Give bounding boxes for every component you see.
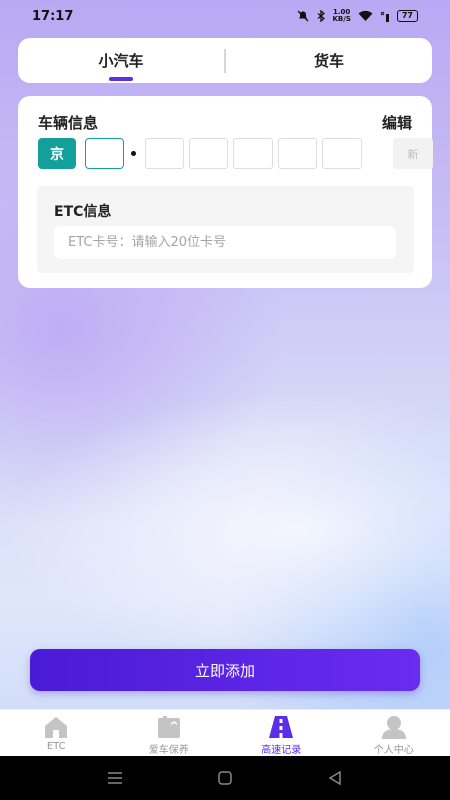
vehicle-type-tabs: 小汽车 货车	[18, 38, 432, 83]
nav-label-highway-records: 高速记录	[261, 745, 302, 756]
back-icon[interactable]	[315, 763, 355, 793]
plate-char-3[interactable]	[189, 138, 228, 169]
nav-item-car-care[interactable]: 爱车保养	[113, 710, 226, 756]
nav-item-profile[interactable]: 个人中心	[338, 710, 450, 756]
edit-button[interactable]: 编辑	[382, 112, 412, 133]
menu-icon[interactable]	[95, 763, 135, 793]
bottom-nav: ETC 爱车保养 高速记录 个人中心	[0, 709, 450, 756]
plate-new-energy-slot[interactable]: 新	[393, 138, 433, 169]
battery-indicator: 77	[396, 10, 418, 22]
plate-char-1[interactable]	[85, 138, 124, 169]
net-speed: 1.00 KB/S	[333, 9, 351, 23]
nav-label-car-care: 爱车保养	[148, 745, 189, 756]
vehicle-info-card: 车辆信息 编辑 京 新 ETC信息	[18, 96, 433, 288]
bluetooth-icon	[316, 10, 326, 22]
nav-item-etc[interactable]: ETC	[0, 710, 113, 756]
home-icon	[42, 714, 70, 740]
license-plate-input: 京 新	[38, 138, 433, 169]
plate-province-selector[interactable]: 京	[38, 138, 76, 169]
person-icon	[380, 714, 408, 740]
car-care-icon	[155, 714, 183, 740]
vehicle-info-title: 车辆信息	[38, 114, 99, 132]
highway-icon	[267, 714, 295, 740]
plate-separator-dot	[131, 151, 136, 156]
nav-label-profile: 个人中心	[373, 745, 414, 756]
plate-char-6[interactable]	[322, 138, 362, 169]
tab-truck[interactable]: 货车	[226, 38, 432, 83]
net-speed-unit: KB/S	[332, 15, 351, 23]
plate-char-5[interactable]	[278, 138, 317, 169]
etc-info-section: ETC信息	[37, 186, 414, 273]
wifi-icon	[358, 10, 373, 22]
status-icons: 1.00 KB/S 77	[297, 9, 418, 23]
plate-char-2[interactable]	[145, 138, 184, 169]
status-bar: 17:17 1.00 KB/S 77	[0, 0, 450, 32]
nav-item-highway-records[interactable]: 高速记录	[225, 710, 338, 756]
plate-char-4[interactable]	[233, 138, 273, 169]
tab-car[interactable]: 小汽车	[18, 38, 224, 83]
add-now-button[interactable]: 立即添加	[30, 649, 420, 691]
nav-label-etc: ETC	[46, 741, 66, 752]
etc-info-title: ETC信息	[54, 204, 112, 220]
mute-icon	[297, 10, 309, 22]
status-time: 17:17	[32, 8, 74, 24]
etc-card-number-input[interactable]	[54, 226, 396, 259]
system-nav-bar	[0, 756, 450, 800]
signal-icon	[380, 10, 390, 22]
home-square-icon[interactable]	[205, 763, 245, 793]
